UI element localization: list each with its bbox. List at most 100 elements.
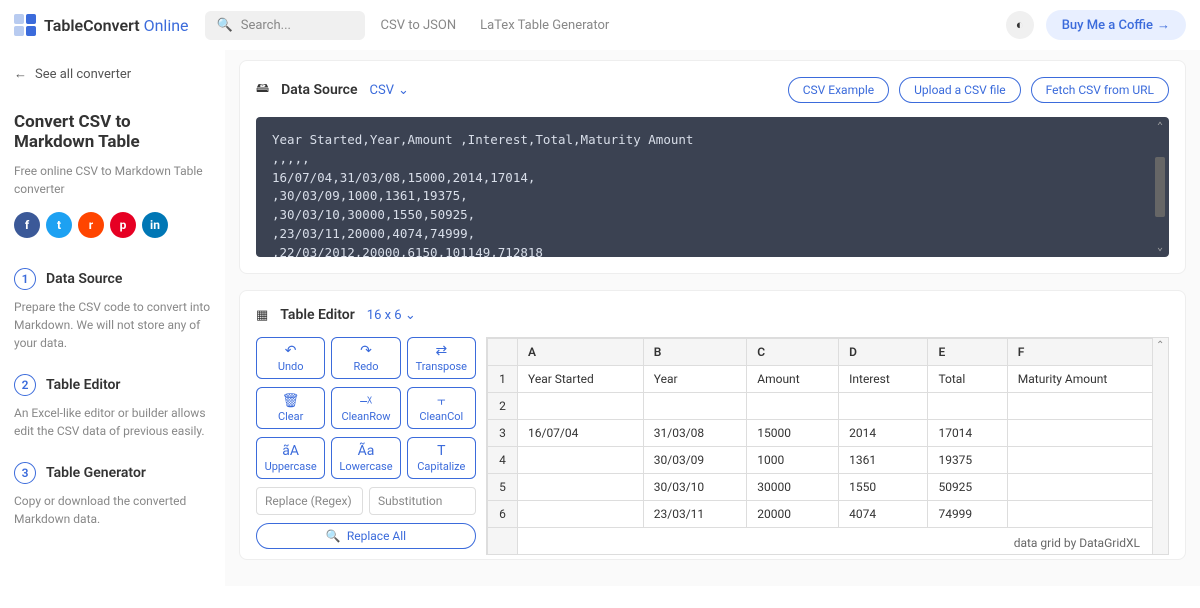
grid-cell[interactable]: 1361	[839, 447, 928, 474]
grid-cell[interactable]: 16/07/04	[518, 420, 644, 447]
grid-cell[interactable]: 31/03/08	[643, 420, 746, 447]
undo-button[interactable]: ↶Undo	[256, 337, 325, 379]
cleanrow-icon: ⎯ᵡ	[360, 394, 372, 408]
grid-cell[interactable]: 30000	[747, 474, 839, 501]
grid-cell[interactable]: 15000	[747, 420, 839, 447]
grid-cell[interactable]: 30/03/09	[643, 447, 746, 474]
format-selector[interactable]: CSV ⌄	[370, 83, 409, 98]
grid-cell[interactable]	[839, 393, 928, 420]
back-link[interactable]: ← See all converter	[14, 66, 211, 82]
row-header[interactable]: 3	[488, 420, 518, 447]
action-fetch-csv-from-url[interactable]: Fetch CSV from URL	[1031, 77, 1169, 103]
dark-mode-toggle[interactable]: ◐	[1006, 11, 1034, 39]
col-header[interactable]: B	[643, 339, 746, 366]
redo-icon: ↷	[360, 344, 372, 358]
chevron-down-icon: ⌄	[405, 308, 416, 323]
nav-link-csv-json[interactable]: CSV to JSON	[381, 18, 457, 33]
grid-cell[interactable]: 20000	[747, 501, 839, 528]
social-linkedin-icon[interactable]: in	[142, 212, 168, 238]
grid-cell[interactable]: Year	[643, 366, 746, 393]
grid-cell[interactable]: Total	[928, 366, 1007, 393]
grid-cell[interactable]	[518, 474, 644, 501]
replace-all-button[interactable]: 🔍 Replace All	[256, 523, 476, 549]
grid-cell[interactable]: 19375	[928, 447, 1007, 474]
action-upload-a-csv-file[interactable]: Upload a CSV file	[899, 77, 1021, 103]
grid-cell[interactable]: 50925	[928, 474, 1007, 501]
format-label: CSV	[370, 83, 394, 98]
data-grid[interactable]: ABCDEF 1Year StartedYearAmountInterestTot…	[486, 337, 1169, 555]
social-reddit-icon[interactable]: r	[78, 212, 104, 238]
row-header[interactable]: 2	[488, 393, 518, 420]
uppercase-button[interactable]: ãAUppercase	[256, 437, 325, 479]
redo-button[interactable]: ↷Redo	[331, 337, 400, 379]
scrollbar[interactable]: ⌃⌄	[1153, 119, 1167, 255]
cleancol-button[interactable]: ⫟CleanCol	[407, 387, 476, 429]
scroll-down-icon: ⌄	[1157, 240, 1163, 255]
lowercase-button[interactable]: ÃaLowercase	[331, 437, 400, 479]
grid-cell[interactable]: Amount	[747, 366, 839, 393]
step-number: 2	[14, 374, 36, 396]
grid-cell[interactable]: 23/03/11	[643, 501, 746, 528]
col-header[interactable]: E	[928, 339, 1007, 366]
regex-input[interactable]: Replace (Regex)	[256, 487, 363, 515]
row-header[interactable]: 5	[488, 474, 518, 501]
nav-link-latex[interactable]: LaTex Table Generator	[480, 18, 609, 33]
dimensions-selector[interactable]: 16 x 6 ⌄	[367, 308, 416, 323]
grid-cell[interactable]: 2014	[839, 420, 928, 447]
grid-cell[interactable]: Maturity Amount	[1007, 366, 1167, 393]
grid-cell[interactable]: Year Started	[518, 366, 644, 393]
grid-cell[interactable]	[928, 393, 1007, 420]
grid-scrollbar[interactable]	[1152, 338, 1168, 554]
col-header[interactable]: C	[747, 339, 839, 366]
table-row: 2	[488, 393, 1168, 420]
buy-coffee-button[interactable]: Buy Me a Coffie →	[1046, 10, 1186, 40]
grid-corner	[488, 339, 518, 366]
grid-cell[interactable]	[1007, 420, 1167, 447]
grid-cell[interactable]	[747, 393, 839, 420]
scroll-thumb[interactable]	[1155, 157, 1165, 217]
grid-cell[interactable]: 1550	[839, 474, 928, 501]
grid-cell[interactable]	[518, 501, 644, 528]
cleanrow-button[interactable]: ⎯ᵡCleanRow	[331, 387, 400, 429]
arrow-left-icon: ←	[14, 66, 27, 82]
grid-cell[interactable]: Interest	[839, 366, 928, 393]
grid-cell[interactable]: 1000	[747, 447, 839, 474]
grid-cell[interactable]: 74999	[928, 501, 1007, 528]
search-input[interactable]: 🔍 Search...	[205, 11, 365, 40]
row-header[interactable]: 6	[488, 501, 518, 528]
grid-cell[interactable]: 4074	[839, 501, 928, 528]
transpose-button[interactable]: ⇄Transpose	[407, 337, 476, 379]
action-csv-example[interactable]: CSV Example	[788, 77, 889, 103]
undo-label: Undo	[278, 360, 304, 373]
col-header[interactable]: A	[518, 339, 644, 366]
col-header[interactable]: F	[1007, 339, 1167, 366]
substitution-input[interactable]: Substitution	[369, 487, 476, 515]
social-twitter-icon[interactable]: t	[46, 212, 72, 238]
grid-cell[interactable]	[1007, 501, 1167, 528]
row-header[interactable]: 4	[488, 447, 518, 474]
grid-cell[interactable]: 30/03/10	[643, 474, 746, 501]
database-icon: 🖴	[256, 79, 269, 101]
grid-cell[interactable]	[518, 447, 644, 474]
col-header[interactable]: D	[839, 339, 928, 366]
grid-cell[interactable]	[643, 393, 746, 420]
search-icon: 🔍	[326, 529, 341, 543]
grid-cell[interactable]	[1007, 447, 1167, 474]
moon-icon: ◐	[1016, 17, 1024, 33]
transpose-icon: ⇄	[435, 344, 447, 358]
grid-cell[interactable]	[518, 393, 644, 420]
step-header: 3Table Generator	[14, 462, 211, 484]
capitalize-button[interactable]: TCapitalize	[407, 437, 476, 479]
social-pinterest-icon[interactable]: p	[110, 212, 136, 238]
grid-cell[interactable]	[1007, 474, 1167, 501]
brand-logo[interactable]: TableConvert Online	[14, 14, 189, 36]
table-editor-panel: ▦ Table Editor 16 x 6 ⌄ ↶Undo ↷Redo ⇄Tra…	[239, 290, 1186, 560]
csv-textarea[interactable]: Year Started,Year,Amount ,Interest,Total…	[256, 117, 1169, 257]
social-facebook-icon[interactable]: f	[14, 212, 40, 238]
data-source-title: Data Source	[281, 82, 357, 98]
step-desc: An Excel-like editor or builder allows e…	[14, 404, 211, 440]
grid-cell[interactable]: 17014	[928, 420, 1007, 447]
row-header[interactable]: 1	[488, 366, 518, 393]
grid-cell[interactable]	[1007, 393, 1167, 420]
clear-button[interactable]: 🗑Clear	[256, 387, 325, 429]
